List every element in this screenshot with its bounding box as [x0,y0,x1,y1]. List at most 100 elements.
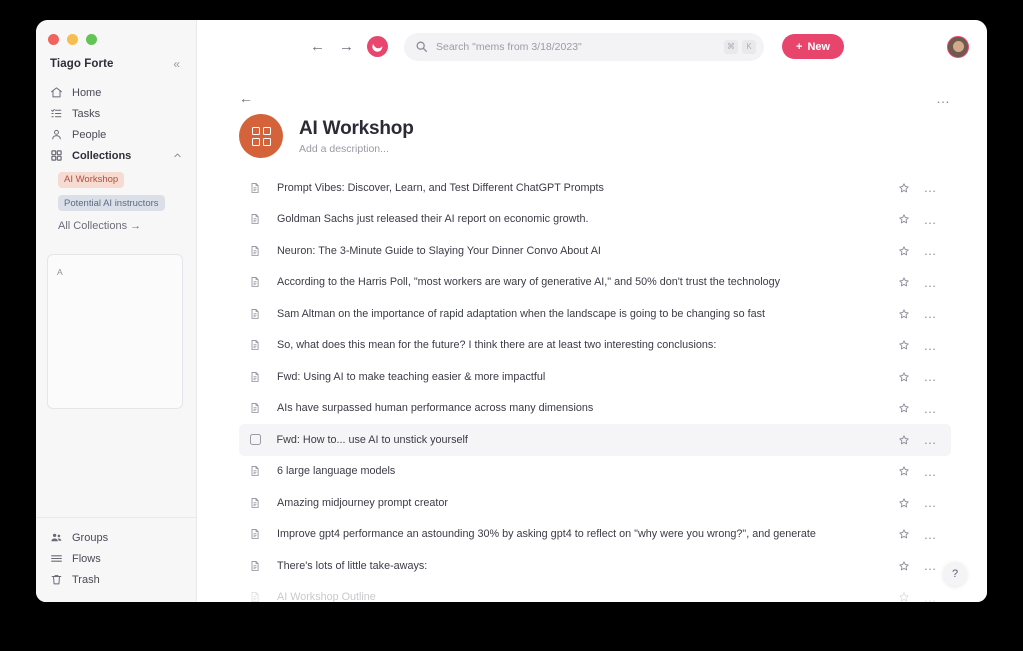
row-more-icon[interactable]: … [924,465,938,478]
grid-four-squares [251,126,271,146]
forward-navigation-icon[interactable]: → [339,39,354,54]
collection-description-field[interactable]: Add a description... [299,143,414,155]
star-icon[interactable] [898,402,910,414]
row-more-icon[interactable]: … [924,496,938,509]
sidebar-item-people-label: People [72,128,107,141]
sidebar-item-people[interactable]: People [36,124,196,145]
table-row[interactable]: Improve gpt4 performance an astounding 3… [239,519,951,551]
mem-logo-icon[interactable] [367,36,388,57]
document-icon [251,340,259,351]
row-more-icon[interactable]: … [924,213,938,226]
row-more-icon[interactable]: … [924,402,938,415]
sidebar-item-collections-label: Collections [72,149,132,162]
star-icon[interactable] [898,182,910,194]
star-icon[interactable] [898,213,910,225]
row-more-icon[interactable]: … [924,433,938,446]
account-name: Tiago Forte [50,58,114,70]
star-icon[interactable] [898,497,910,509]
row-actions: … [898,496,938,509]
collection-tag-potential-ai-instructors[interactable]: Potential AI instructors [58,195,165,211]
table-row[interactable]: Sam Altman on the importance of rapid ad… [239,298,951,330]
star-icon[interactable] [898,560,910,572]
document-icon [251,403,259,414]
row-more-icon[interactable]: … [924,276,938,289]
sidebar-item-tasks-label: Tasks [72,107,101,120]
mem-list: Prompt Vibes: Discover, Learn, and Test … [239,172,951,602]
row-more-icon[interactable]: … [924,370,938,383]
row-actions: … [898,402,938,415]
search-icon [416,41,428,53]
row-more-icon[interactable]: … [924,181,938,194]
home-icon [51,87,62,98]
table-row[interactable]: There's lots of little take-aways:… [239,550,951,582]
page-more-icon[interactable]: … [936,91,951,105]
sidebar-item-flows[interactable]: Flows [36,548,196,569]
row-more-icon[interactable]: … [924,559,938,572]
star-icon[interactable] [898,371,910,383]
row-checkbox[interactable] [249,434,261,446]
row-more-icon[interactable]: … [924,528,938,541]
row-more-icon[interactable]: … [924,307,938,320]
table-row[interactable]: Fwd: How to... use AI to unstick yoursel… [239,424,951,456]
sidebar-item-home-label: Home [72,86,102,99]
sidebar-item-groups[interactable]: Groups [36,527,196,548]
collection-tag-ai-workshop[interactable]: AI Workshop [58,171,125,188]
search-input[interactable]: Search "mems from 3/18/2023" [436,41,724,53]
tasks-icon [51,108,62,118]
avatar[interactable] [947,35,969,58]
sidebar-item-collections[interactable]: Collections [36,145,196,166]
back-navigation-icon[interactable]: ← [310,39,325,54]
table-row[interactable]: 6 large language models… [239,456,951,488]
k-key-badge: K [742,39,756,54]
document-icon [251,592,259,602]
collapse-sidebar-icon[interactable]: « [171,56,182,72]
maximize-window-button[interactable] [86,34,97,45]
minimize-window-button[interactable] [67,34,78,45]
star-icon[interactable] [898,276,910,288]
table-row[interactable]: Neuron: The 3-Minute Guide to Slaying Yo… [239,235,951,267]
table-row[interactable]: So, what does this mean for the future? … [239,330,951,362]
table-row[interactable]: Amazing midjourney prompt creator… [239,487,951,519]
sidebar-panel-card[interactable]: A [47,254,183,409]
mem-title: AI Workshop Outline [277,591,376,602]
table-row[interactable]: AI Workshop Outline … [239,582,951,602]
mem-title: So, what does this mean for the future? … [277,339,717,352]
sidebar-item-trash-label: Trash [72,573,100,586]
sidebar-panel-card-text: A [57,267,63,277]
chevron-up-icon[interactable] [173,151,182,160]
sidebar-item-trash[interactable]: Trash [36,569,196,590]
table-row[interactable]: Fwd: Using AI to make teaching easier & … [239,361,951,393]
sidebar-item-home[interactable]: Home [36,82,196,103]
mem-title: AIs have surpassed human performance acr… [277,402,594,415]
window-traffic-lights [36,20,196,48]
table-row[interactable]: Goldman Sachs just released their AI rep… [239,204,951,236]
star-icon[interactable] [898,339,910,351]
sidebar-item-tasks[interactable]: Tasks [36,103,196,124]
row-more-icon[interactable]: … [924,339,938,352]
command-key-badge: ⌘ [724,39,738,54]
star-icon[interactable] [898,591,910,602]
row-actions: … [898,213,938,226]
new-button[interactable]: + New [782,34,845,59]
table-row[interactable]: AIs have surpassed human performance acr… [239,393,951,425]
close-window-button[interactable] [48,34,59,45]
new-button-label: New [807,40,831,53]
star-icon[interactable] [898,465,910,477]
star-icon[interactable] [898,434,910,446]
mem-title: Fwd: How to... use AI to unstick yoursel… [276,433,468,446]
row-actions: … [898,465,938,478]
search-bar[interactable]: Search "mems from 3/18/2023" ⌘ K [404,32,764,61]
row-more-icon[interactable]: … [924,591,938,602]
page-back-icon[interactable]: ← [239,91,253,105]
all-collections-link[interactable]: All Collections → [36,218,196,232]
row-actions: … [898,591,938,602]
row-more-icon[interactable]: … [924,244,938,257]
star-icon[interactable] [898,528,910,540]
mem-title: According to the Harris Poll, "most work… [277,276,781,289]
star-icon[interactable] [898,245,910,257]
table-row[interactable]: Prompt Vibes: Discover, Learn, and Test … [239,172,951,204]
star-icon[interactable] [898,308,910,320]
help-button[interactable]: ? [943,562,967,586]
account-row[interactable]: Tiago Forte « [36,48,196,78]
table-row[interactable]: According to the Harris Poll, "most work… [239,267,951,299]
